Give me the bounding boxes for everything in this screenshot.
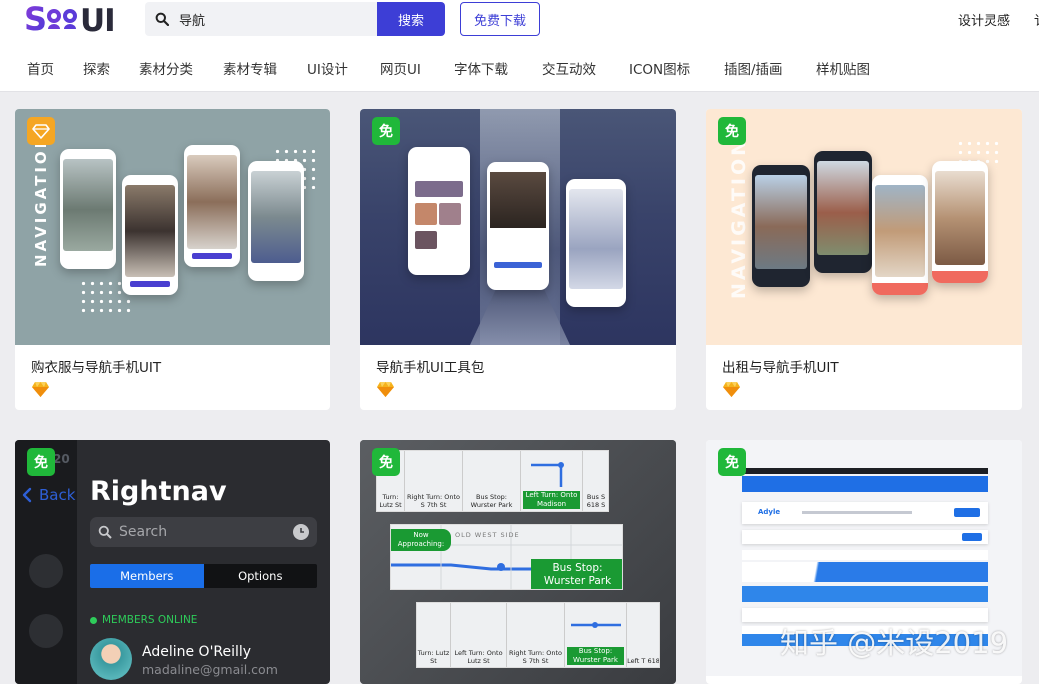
card-title[interactable]: 购衣服与导航手机UIT — [31, 356, 161, 376]
watermark: 知乎 @米设2019 — [780, 626, 1009, 660]
web-header-preview: Adyle — [742, 502, 988, 524]
street-label: OLD WEST SIDE — [455, 531, 520, 539]
preview-search: Search — [90, 517, 317, 547]
back-label: Back — [39, 486, 76, 504]
free-badge-icon: 免 — [718, 448, 746, 476]
web-header-preview — [742, 562, 988, 582]
web-header-preview — [742, 476, 988, 492]
nav-item-icons[interactable]: ICON图标 — [629, 58, 690, 78]
nav-item-ui-design[interactable]: UI设计 — [307, 58, 348, 78]
web-header-preview — [742, 550, 988, 560]
card-rightnav[interactable]: 免 20 Back Rightnav Search Members Option… — [15, 440, 330, 684]
online-label: MEMBERS ONLINE — [102, 614, 198, 626]
card-thumbnail[interactable]: NAVIGATION — [15, 109, 330, 345]
user-email: madaline@gmail.com — [142, 662, 278, 677]
truncated-nav-link[interactable]: 讠 — [1034, 10, 1039, 29]
web-header-preview — [742, 468, 988, 474]
site-logo[interactable]: S UI — [24, 2, 128, 36]
web-header-preview — [742, 586, 988, 602]
map-strip: Turn: Lutz St Right Turn: Onto S 7th St … — [376, 450, 609, 512]
sketch-icon — [377, 382, 394, 397]
search-button[interactable]: 搜索 — [377, 2, 445, 36]
phone-mockup — [60, 149, 116, 269]
top-bar: S UI 搜索 免费下载 设计灵感 讠 首页 探索 素材分类 素材专辑 UI设计… — [0, 0, 1039, 92]
avatar — [90, 638, 132, 680]
card-thumbnail[interactable]: 免 20 Back Rightnav Search Members Option… — [15, 440, 330, 684]
card-title[interactable]: 导航手机UI工具包 — [376, 356, 484, 376]
phone-mockup — [184, 145, 240, 267]
phone-mockup — [932, 161, 988, 283]
nav-item-categories[interactable]: 素材分类 — [139, 58, 193, 78]
card-shopping-navigation-ui[interactable]: NAVIGATION 购衣服与导航手机UIT — [15, 109, 330, 410]
segmented-control: Members Options — [90, 564, 317, 588]
nav-item-mockups[interactable]: 样机贴图 — [816, 58, 870, 78]
clock-icon — [293, 524, 309, 540]
search-icon — [145, 2, 179, 36]
nav-item-collections[interactable]: 素材专辑 — [223, 58, 277, 78]
phone-mockup — [752, 165, 810, 287]
site-name: Adyle — [758, 508, 781, 516]
phone-mockup — [122, 175, 178, 295]
card-title[interactable]: 出租与导航手机UIT — [722, 356, 839, 376]
svg-text:UI: UI — [80, 3, 115, 36]
free-badge-icon: 免 — [718, 117, 746, 145]
search-placeholder: Search — [119, 524, 168, 540]
nav-item-explore[interactable]: 探索 — [83, 58, 110, 78]
phone-mockup — [566, 179, 626, 307]
card-thumbnail[interactable]: 免 NAVIGATION — [706, 109, 1022, 345]
card-bus-navigation[interactable]: 免 Turn: Lutz St Right Turn: Onto S 7th S… — [360, 440, 676, 684]
vertical-label: NAVIGATION — [32, 132, 50, 267]
preview-title: Rightnav — [90, 476, 227, 507]
search-icon — [98, 525, 112, 539]
nav-item-interaction[interactable]: 交互动效 — [542, 58, 596, 78]
free-badge-icon: 免 — [372, 448, 400, 476]
card-thumbnail[interactable]: 免 Turn: Lutz St Right Turn: Onto S 7th S… — [360, 440, 676, 684]
status-time: 20 — [53, 452, 70, 466]
logo-graphic: S UI — [24, 2, 116, 36]
main-nav: 首页 探索 素材分类 素材专辑 UI设计 网页UI 字体下载 交互动效 ICON… — [0, 58, 1039, 84]
diamond-icon — [27, 117, 55, 145]
sketch-icon — [723, 382, 740, 397]
back-link[interactable]: Back — [21, 486, 75, 504]
nav-item-web-ui[interactable]: 网页UI — [380, 58, 421, 78]
nav-item-illustrations[interactable]: 插图/插画 — [724, 58, 783, 78]
phone-mockup — [408, 147, 470, 275]
user-name: Adeline O'Reilly — [142, 644, 252, 660]
sketch-icon — [32, 382, 49, 397]
svg-text:S: S — [24, 2, 46, 36]
card-rental-navigation-ui[interactable]: 免 NAVIGATION 出租与导航手机UIT — [706, 109, 1022, 410]
map-strip: Now Approaching: OLD WEST SIDE Bus Stop:… — [390, 524, 623, 590]
nav-item-home[interactable]: 首页 — [27, 58, 54, 78]
tab-options[interactable]: Options — [203, 564, 317, 588]
back-chevron-icon — [22, 487, 32, 503]
nav-item-fonts[interactable]: 字体下载 — [454, 58, 508, 78]
map-strip: Turn: Lutz St Left Turn: Onto Lutz St Ri… — [416, 602, 660, 668]
tab-members[interactable]: Members — [90, 564, 204, 588]
phone-mockup — [814, 151, 872, 273]
search-bar — [145, 2, 378, 36]
bus-stop-label: Bus Stop: Wurster Park — [531, 559, 622, 589]
online-section: MEMBERS ONLINE — [90, 614, 197, 626]
vertical-label: NAVIGATION — [728, 137, 750, 299]
phone-mockup — [248, 161, 304, 281]
free-download-button[interactable]: 免费下载 — [460, 2, 540, 36]
approaching-label: Now Approaching: — [391, 529, 451, 551]
free-badge-icon: 免 — [27, 448, 55, 476]
design-inspiration-link[interactable]: 设计灵感 — [958, 10, 1010, 29]
search-input[interactable] — [179, 11, 359, 27]
card-navigation-ui-kit[interactable]: 免 导航手机UI工具包 — [360, 109, 676, 410]
phone-mockup — [487, 162, 549, 290]
free-badge-icon: 免 — [372, 117, 400, 145]
card-thumbnail[interactable]: 免 — [360, 109, 676, 345]
online-dot — [90, 616, 97, 624]
phone-mockup — [872, 175, 928, 295]
web-header-preview — [742, 530, 988, 544]
